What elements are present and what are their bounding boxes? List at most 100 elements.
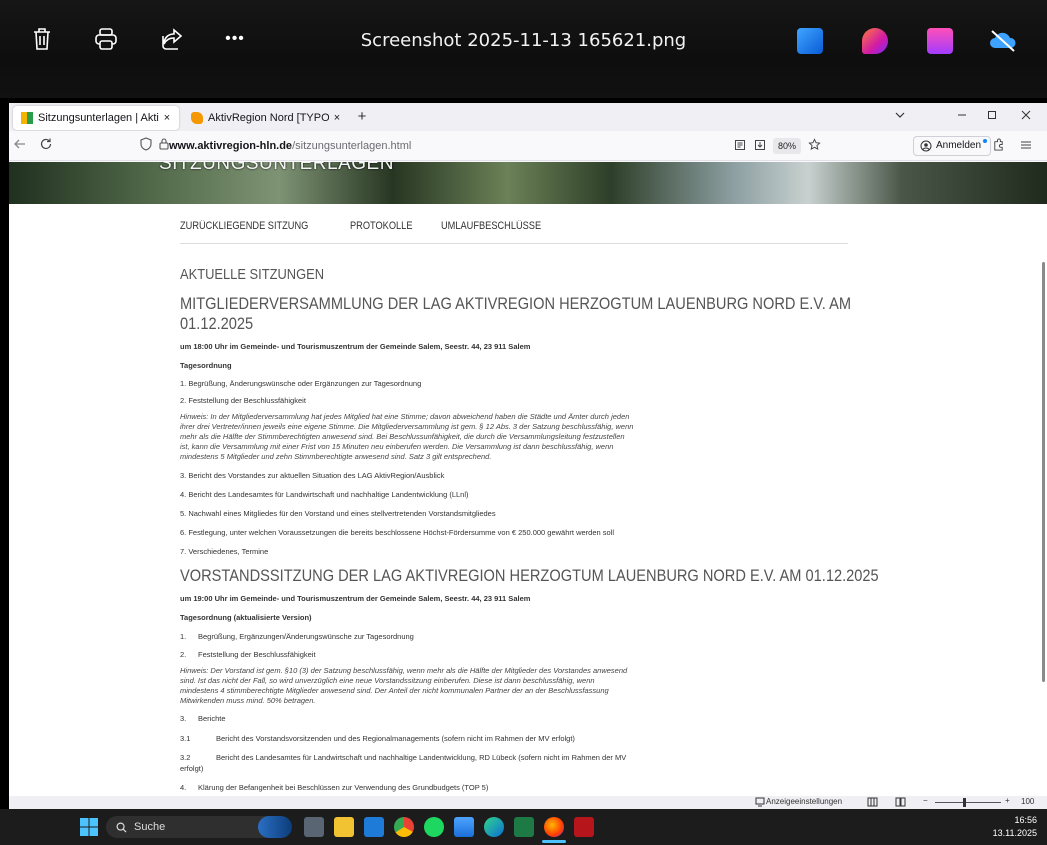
reload-icon[interactable] [37, 137, 55, 155]
sub-navigation: ZURÜCKLIEGENDE SITZUNG PROTOKOLLE UMLAUF… [180, 220, 848, 244]
meeting2-item: 3. Berichte [180, 714, 226, 723]
zoom-in-icon[interactable]: + [1005, 796, 1010, 805]
meeting2-hint-line: mindestens 4 stimmberechtigte Mitglieder… [180, 686, 609, 695]
photo-viewer-toolbar: ••• Screenshot 2025-11-13 165621.png [0, 0, 1047, 98]
meeting1-hint-line: Hinweis: In der Mitgliederversammlung ha… [180, 412, 630, 421]
maximize-icon[interactable] [979, 107, 1005, 127]
system-clock[interactable]: 16:56 13.11.2025 [993, 814, 1037, 840]
meeting2-item: 4. Klärung der Befangenheit bei Beschlüss… [180, 783, 489, 792]
meeting1-hint-line: mehr als die Hälfte der Stimmberechtigte… [180, 432, 625, 441]
chrome-icon[interactable] [394, 817, 414, 837]
navigation-toolbar: www.aktivregion-hln.de/sitzungsunterlage… [9, 131, 1047, 161]
meeting2-meta: um 19:00 Uhr im Gemeinde- und Tourismusz… [180, 594, 531, 603]
tab-typo3[interactable]: AktivRegion Nord [TYPO3 CMS × [183, 106, 349, 130]
windows-start-icon[interactable] [80, 818, 98, 836]
meeting1-item: 4. Bericht des Landesamtes für Landwirts… [180, 490, 469, 499]
subnav-circular-resolutions[interactable]: UMLAUFBESCHLÜSSE [441, 220, 541, 232]
bookmark-star-icon[interactable] [805, 137, 823, 155]
meeting1-item: 5. Nachwahl eines Mitgliedes für den Vor… [180, 509, 496, 518]
firefox-icon[interactable] [544, 817, 564, 837]
viewer-status-bar: Anzeigeeinstellungen − + 100 [9, 796, 1047, 809]
search-icon [116, 816, 127, 838]
zoom-slider[interactable] [935, 802, 1001, 803]
site-favicon-icon [191, 112, 203, 124]
meeting2-agenda-label: Tagesordnung (aktualisierte Version) [180, 613, 312, 622]
reader-view-icon[interactable] [731, 137, 749, 155]
page-scrollbar[interactable] [1042, 262, 1045, 682]
filezilla-icon[interactable] [574, 817, 594, 837]
filmstrip-icon[interactable] [895, 797, 906, 809]
meeting2-hint-line: Mitwirkenden muss mind. 50% betragen. [180, 696, 316, 705]
fit-view-icon[interactable] [867, 797, 878, 809]
zoom-slider-thumb[interactable] [963, 798, 966, 807]
clipchamp-app-icon[interactable] [927, 28, 953, 54]
tab-label: Sitzungsunterlagen | AktivRegio [38, 112, 159, 124]
meeting1-item: 2. Feststellung der Beschlussfähigkeit [180, 396, 306, 405]
sign-in-button[interactable]: Anmelden [913, 136, 991, 156]
tab-close-icon[interactable]: × [159, 112, 175, 124]
excel-icon[interactable] [514, 817, 534, 837]
meeting1-hint-line: ihrer drei Vertreter/innen jeweils eine … [180, 422, 634, 431]
close-window-icon[interactable] [1013, 107, 1039, 127]
active-app-indicator [542, 840, 566, 843]
meeting1-agenda-label: Tagesordnung [180, 361, 232, 370]
onedrive-offline-icon[interactable] [988, 28, 1018, 54]
back-arrow-icon[interactable] [11, 137, 29, 155]
meeting1-title-date: 01.12.2025 [180, 314, 254, 333]
store-icon[interactable] [454, 817, 474, 837]
url-path: /sitzungsunterlagen.html [292, 140, 412, 152]
tracking-shield-icon[interactable] [137, 137, 155, 155]
designer-app-icon[interactable] [862, 28, 888, 54]
meeting1-title: MITGLIEDERVERSAMMLUNG DER LAG AKTIVREGIO… [180, 294, 852, 313]
meeting2-item: 2. Feststellung der Beschlussfähigkeit [180, 650, 316, 659]
web-page: SITZUNGSUNTERLAGEN ZURÜCKLIEGENDE SITZUN… [9, 162, 1047, 796]
meeting2-title: VORSTANDSSITZUNG DER LAG AKTIVREGION HER… [180, 566, 879, 585]
hero-banner-image: SITZUNGSUNTERLAGEN [9, 162, 1047, 204]
tab-strip: Sitzungsunterlagen | AktivRegio × AktivR… [9, 103, 1047, 131]
zoom-level-badge[interactable]: 80% [773, 138, 802, 154]
meeting1-item: 1. Begrüßung, Änderungswünsche oder Ergä… [180, 379, 422, 388]
display-settings-icon[interactable] [755, 797, 765, 809]
subnav-past-meeting[interactable]: ZURÜCKLIEGENDE SITZUNG [180, 220, 308, 232]
tab-sitzungsunterlagen[interactable]: Sitzungsunterlagen | AktivRegio × [13, 106, 179, 130]
hero-title: SITZUNGSUNTERLAGEN [159, 162, 394, 174]
windows-taskbar: Suche 16:56 13.11.2025 [0, 809, 1047, 845]
sign-in-label: Anmelden [936, 140, 982, 151]
zoom-percent: 100 [1021, 797, 1035, 806]
subnav-protocols[interactable]: PROTOKOLLE [350, 220, 412, 232]
list-tabs-chevron-down-icon[interactable] [887, 107, 913, 127]
site-favicon-icon [21, 112, 33, 124]
display-settings-label[interactable]: Anzeigeeinstellungen [766, 797, 842, 806]
menu-hamburger-icon[interactable] [1017, 137, 1035, 155]
meeting2-item: 1. Begrüßung, Ergänzungen/Änderungswünsch… [180, 632, 414, 641]
meeting2-item: 3.1 Bericht des Vorstandsvorsitzenden und… [180, 734, 575, 743]
extensions-icon[interactable] [989, 137, 1007, 155]
clock-date: 13.11.2025 [992, 828, 1037, 838]
meeting1-hint-line: mindestens 5 Mitglieder und zehn Stimmbe… [180, 452, 492, 461]
clock-time: 16:56 [1014, 815, 1037, 825]
meeting1-item: 3. Bericht des Vorstandes zur aktuellen … [180, 471, 445, 480]
meeting1-hint-line: ist, kann die Versammlung mit einer Fris… [180, 442, 614, 451]
url-bar[interactable]: www.aktivregion-hln.de/sitzungsunterlage… [169, 135, 559, 157]
tab-close-icon[interactable]: × [329, 112, 345, 124]
notification-dot [983, 139, 987, 143]
search-highlight-image [258, 816, 292, 838]
url-host: www.aktivregion-hln.de [169, 140, 293, 152]
zoom-out-icon[interactable]: − [923, 796, 928, 805]
search-placeholder: Suche [134, 821, 166, 833]
task-view-icon[interactable] [304, 817, 324, 837]
minimize-icon[interactable] [949, 107, 975, 127]
account-icon [920, 140, 932, 159]
viewer-file-title: Screenshot 2025-11-13 165621.png [360, 30, 687, 51]
edge-icon[interactable] [484, 817, 504, 837]
outlook-icon[interactable] [364, 817, 384, 837]
spotify-icon[interactable] [424, 817, 444, 837]
save-page-icon[interactable] [751, 137, 769, 155]
file-explorer-icon[interactable] [334, 817, 354, 837]
section-heading: AKTUELLE SITZUNGEN [180, 266, 325, 283]
meeting1-item: 7. Verschiedenes, Termine [180, 547, 269, 556]
meeting2-hint-line: Hinweis: Der Vorstand ist gem. §10 (3) d… [180, 666, 628, 675]
new-tab-button[interactable]: + [349, 107, 375, 127]
meeting1-meta: um 18:00 Uhr im Gemeinde- und Tourismusz… [180, 342, 531, 351]
photos-editor-app-icon[interactable] [797, 28, 823, 54]
